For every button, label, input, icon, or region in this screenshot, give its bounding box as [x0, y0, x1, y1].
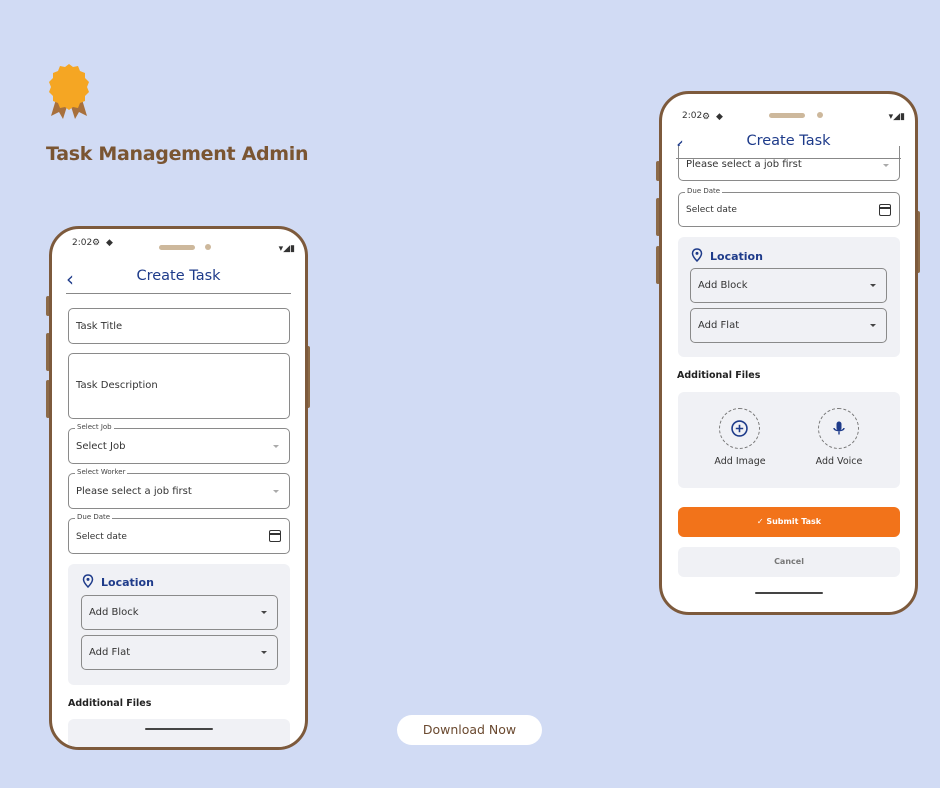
app-bar: ‹ Create Task	[52, 263, 305, 293]
additional-files-section: Add Image Add Voice	[678, 392, 900, 488]
add-block-dropdown[interactable]: Add Block	[81, 595, 278, 630]
camera	[205, 244, 211, 250]
location-title: Location	[710, 250, 763, 263]
location-pin-icon	[82, 574, 94, 588]
app-bar-divider	[66, 293, 291, 294]
speaker-grille	[769, 113, 805, 118]
calendar-icon[interactable]	[879, 204, 891, 216]
add-voice-label: Add Voice	[815, 456, 863, 467]
award-badge-icon	[49, 64, 89, 119]
select-worker-value: Please select a job first	[76, 486, 192, 497]
app-bar-divider	[676, 158, 901, 159]
chevron-down-icon	[273, 490, 279, 493]
select-worker-label: Select Worker	[75, 468, 128, 476]
microphone-icon	[833, 421, 845, 435]
page-headline: Task Management Admin	[46, 143, 309, 165]
submit-task-button[interactable]: ✓ Submit Task	[678, 507, 900, 537]
add-flat-dropdown[interactable]: Add Flat	[690, 308, 887, 343]
home-indicator	[755, 592, 823, 594]
chevron-down-icon	[870, 324, 876, 327]
location-pin-icon	[691, 248, 703, 262]
cancel-button[interactable]: Cancel	[678, 547, 900, 577]
due-date-field[interactable]: Due Date Select date	[678, 187, 900, 227]
shield-status-icon: ◆	[716, 111, 723, 121]
additional-files-title: Additional Files	[68, 698, 152, 709]
add-image-button[interactable]	[719, 408, 760, 449]
task-description-input[interactable]: Task Description	[68, 353, 290, 419]
signal-battery-icon: ▾◢▮	[278, 243, 295, 253]
chevron-down-icon	[870, 284, 876, 287]
chevron-down-icon	[261, 651, 267, 654]
select-worker-value: Please select a job first	[686, 159, 802, 170]
location-section: Location Add Block Add Flat	[678, 237, 900, 357]
select-worker-dropdown[interactable]: Select Worker Please select a job first	[68, 468, 290, 509]
status-time: 2:02	[682, 111, 703, 121]
speaker-grille	[159, 245, 195, 250]
signal-battery-icon: ▾◢▮	[888, 111, 905, 121]
chevron-down-icon	[883, 164, 889, 167]
settings-status-icon: ⚙	[702, 111, 711, 121]
plus-circle-icon	[731, 420, 748, 437]
task-description-placeholder: Task Description	[76, 380, 158, 391]
add-flat-value: Add Flat	[89, 647, 131, 658]
home-indicator	[145, 728, 213, 730]
camera	[817, 112, 823, 118]
calendar-icon[interactable]	[269, 530, 281, 542]
task-title-input[interactable]: Task Title	[68, 308, 290, 344]
add-block-value: Add Block	[89, 607, 139, 618]
location-section: Location Add Block Add Flat	[68, 564, 290, 685]
files-section-peek	[68, 719, 290, 747]
add-block-dropdown[interactable]: Add Block	[690, 268, 887, 303]
select-job-label: Select Job	[75, 423, 114, 431]
select-job-dropdown[interactable]: Select Job Select Job	[68, 423, 290, 464]
select-job-value: Select Job	[76, 441, 126, 452]
page-title: Create Task	[136, 268, 221, 284]
phone-left: 2:02 ⚙ ◆ ▾◢▮ ‹ Create Task Task Title Ta…	[49, 226, 308, 750]
add-image-label: Add Image	[714, 456, 766, 467]
due-date-value: Select date	[686, 205, 737, 215]
chevron-down-icon	[261, 611, 267, 614]
due-date-label: Due Date	[75, 513, 113, 521]
status-time: 2:02	[72, 238, 93, 248]
due-date-value: Select date	[76, 532, 127, 542]
task-title-placeholder: Task Title	[76, 321, 123, 332]
add-flat-dropdown[interactable]: Add Flat	[81, 635, 278, 670]
chevron-down-icon	[273, 445, 279, 448]
add-block-value: Add Block	[698, 280, 748, 291]
status-bar: 2:02 ⚙ ◆ ▾◢▮	[52, 229, 305, 253]
additional-files-title: Additional Files	[677, 370, 761, 381]
location-title: Location	[101, 576, 154, 589]
download-now-button[interactable]: Download Now	[397, 715, 542, 745]
settings-status-icon: ⚙	[92, 237, 101, 247]
due-date-field[interactable]: Due Date Select date	[68, 513, 290, 554]
shield-status-icon: ◆	[106, 237, 113, 247]
add-voice-button[interactable]	[818, 408, 859, 449]
status-bar: 2:02 ⚙ ◆ ▾◢▮	[662, 94, 915, 121]
phone-right: 2:02 ⚙ ◆ ▾◢▮ ‹ Create Task Please select…	[659, 91, 918, 615]
add-flat-value: Add Flat	[698, 320, 740, 331]
due-date-label: Due Date	[685, 187, 723, 195]
select-worker-dropdown[interactable]: Please select a job first	[678, 146, 900, 181]
